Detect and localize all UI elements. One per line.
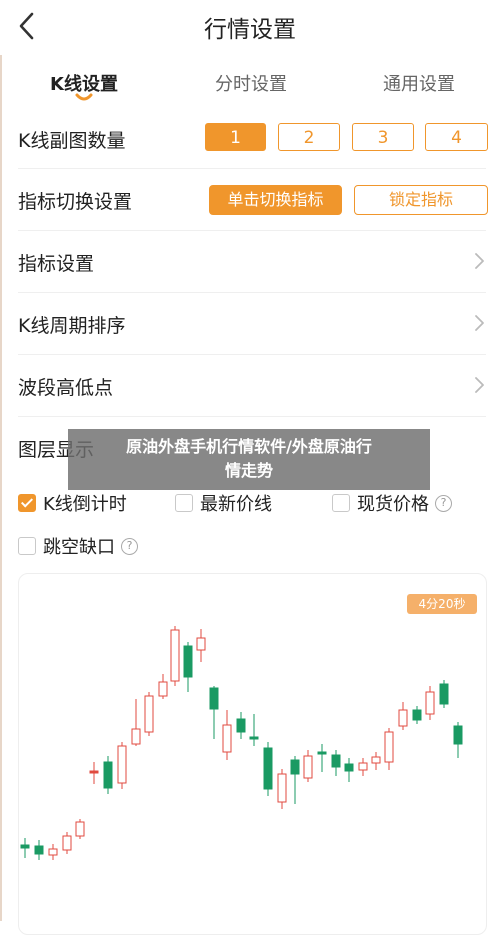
tab-general-settings[interactable]: 通用设置 (383, 70, 455, 96)
candle (170, 626, 180, 686)
help-icon[interactable]: ? (435, 494, 452, 512)
candle (317, 744, 327, 772)
candle (48, 844, 58, 860)
candle (62, 832, 72, 854)
swing-high-low-row[interactable]: 波段高低点 (18, 354, 486, 417)
candle (75, 819, 85, 839)
chevron-right-icon (475, 253, 484, 269)
candle (144, 692, 154, 736)
candle (290, 756, 300, 804)
checkbox-unchecked-icon (332, 494, 350, 512)
candle (209, 686, 219, 739)
indicator-switch-row: 指标切换设置 单击切换指标 锁定指标 (18, 168, 488, 231)
candle (222, 710, 232, 760)
layer-option-gap[interactable]: 跳空缺口 ? (18, 533, 138, 559)
candle (384, 728, 394, 770)
chevron-right-icon (475, 377, 484, 393)
lock-indicator-button[interactable]: 锁定指标 (354, 185, 488, 215)
candle (236, 712, 246, 739)
subchart-count-option-3[interactable]: 3 (352, 123, 414, 151)
overlay-caption-line: 情走势 (224, 461, 273, 480)
candle (277, 769, 287, 809)
layer-option-kline-countdown[interactable]: K线倒计时 (18, 490, 127, 516)
candle (131, 699, 141, 746)
candle (263, 742, 273, 796)
indicator-settings-row[interactable]: 指标设置 (18, 230, 486, 293)
subchart-count-row: K线副图数量 1 2 3 4 (18, 110, 488, 169)
candle (331, 750, 341, 776)
candle (358, 758, 368, 776)
layer-option-label: 最新价线 (200, 494, 272, 515)
overlay-caption: 原油外盘手机行情软件/外盘原油行 情走势 (68, 429, 430, 490)
candle (117, 742, 127, 789)
candle (158, 674, 168, 699)
top-bar: 行情设置 (0, 0, 500, 55)
overlay-caption-line: 原油外盘手机行情软件/外盘原油行 (126, 437, 372, 456)
candle (183, 642, 193, 692)
candle (103, 756, 113, 794)
click-switch-indicator-button[interactable]: 单击切换指标 (209, 185, 342, 215)
candle (371, 752, 381, 770)
subchart-count-option-4[interactable]: 4 (425, 123, 488, 151)
layer-option-label: K线倒计时 (43, 494, 127, 515)
candle (453, 722, 463, 758)
candle (249, 714, 259, 746)
left-edge (0, 0, 2, 921)
kline-period-order-label: K线周期排序 (18, 315, 126, 337)
candle (344, 758, 354, 782)
kline-period-order-row[interactable]: K线周期排序 (18, 292, 486, 355)
indicator-switch-label: 指标切换设置 (18, 191, 133, 213)
subchart-count-option-1[interactable]: 1 (205, 123, 266, 151)
subchart-count-option-2[interactable]: 2 (278, 123, 340, 151)
settings-tabs: K线设置 分时设置 通用设置 (0, 58, 500, 106)
candlestick-preview (20, 626, 463, 860)
candle (303, 750, 313, 782)
candle (425, 686, 435, 720)
countdown-badge: 4分20秒 (407, 594, 477, 614)
subchart-count-label: K线副图数量 (18, 130, 126, 152)
help-icon[interactable]: ? (121, 537, 138, 555)
checkbox-unchecked-icon (18, 537, 36, 555)
candle (196, 629, 206, 662)
chevron-right-icon (475, 315, 484, 331)
tab-intraday-settings[interactable]: 分时设置 (215, 70, 287, 96)
indicator-settings-label: 指标设置 (18, 253, 95, 275)
checkbox-checked-icon (18, 494, 36, 512)
candle (398, 702, 408, 730)
page-title: 行情设置 (204, 17, 296, 43)
layer-option-latest-price-line[interactable]: 最新价线 (175, 490, 272, 516)
candle (412, 706, 422, 724)
checkbox-unchecked-icon (175, 494, 193, 512)
active-tab-indicator (75, 93, 93, 101)
layer-option-label: 现货价格 (357, 494, 429, 515)
layer-option-spot-price[interactable]: 现货价格 ? (332, 490, 452, 516)
candle (439, 680, 449, 708)
candle (20, 838, 30, 858)
candle (34, 840, 44, 860)
candle (89, 762, 99, 784)
kline-preview-card (18, 573, 487, 935)
layer-option-label: 跳空缺口 (43, 537, 115, 558)
swing-high-low-label: 波段高低点 (18, 377, 114, 399)
